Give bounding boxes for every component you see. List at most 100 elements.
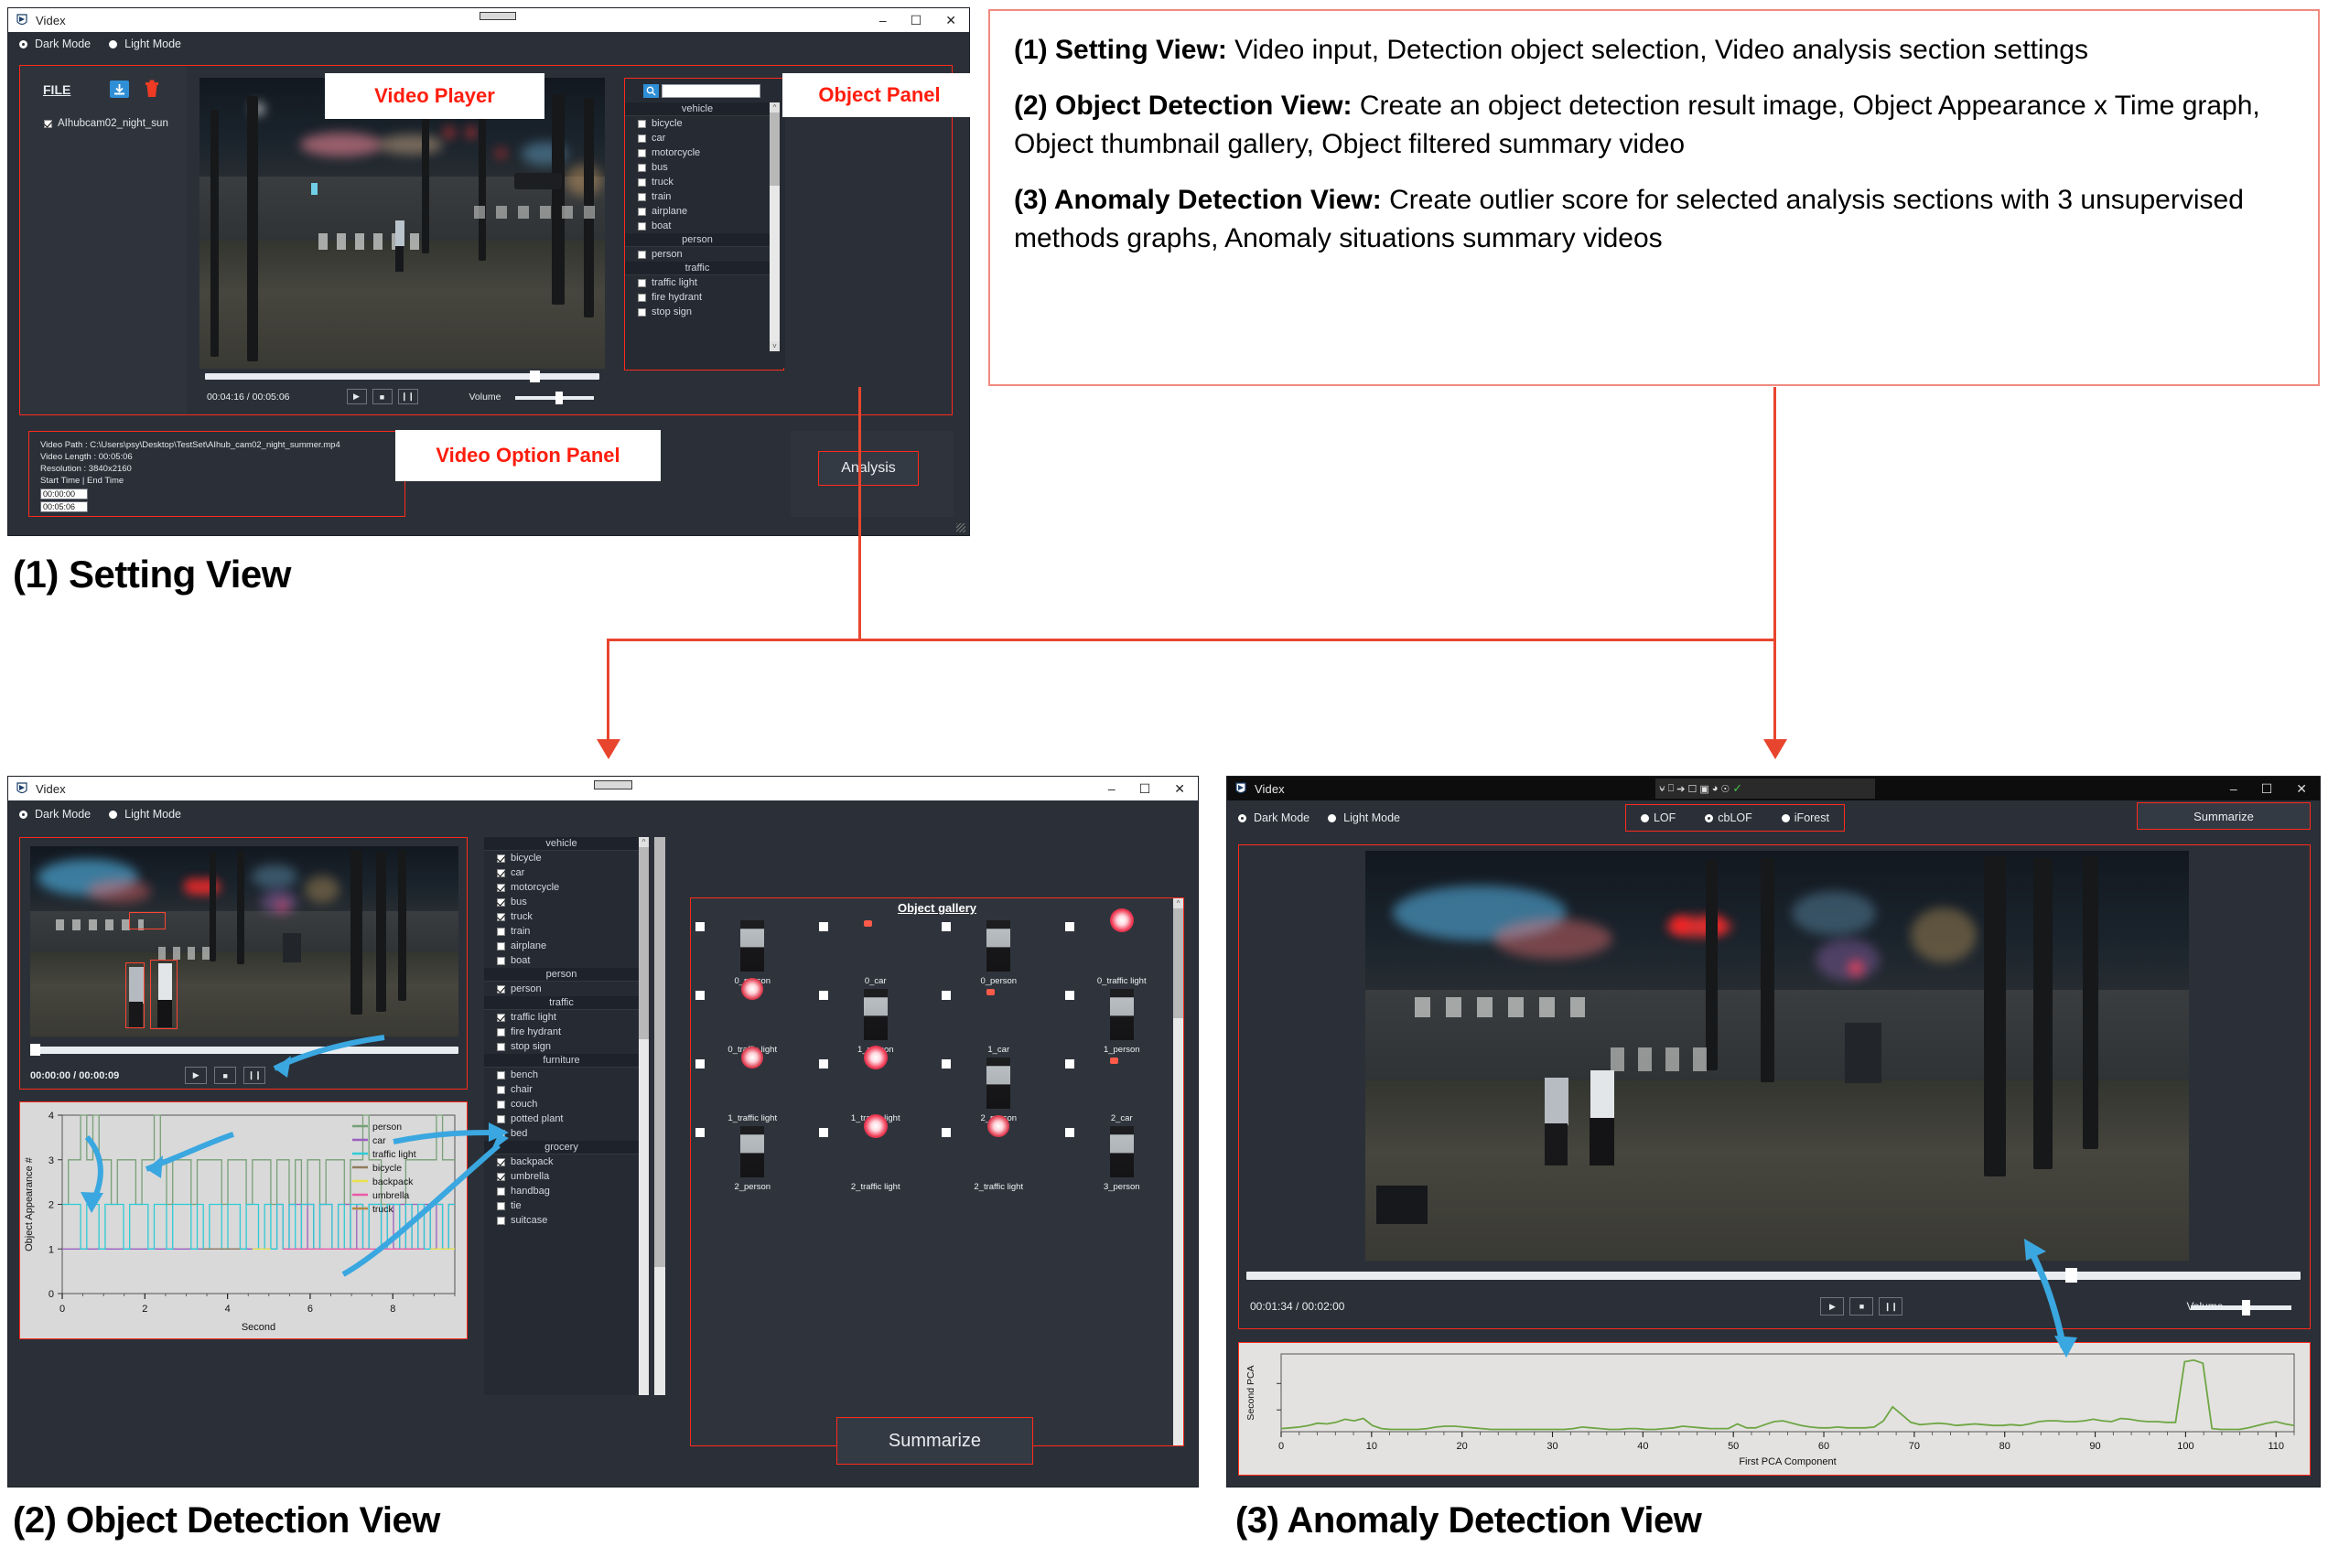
object-item-bicycle[interactable]: bicycle [625, 116, 770, 131]
dark-mode-radio[interactable] [1238, 813, 1246, 822]
object-item-backpack[interactable]: backpack [484, 1155, 639, 1169]
gallery-item[interactable]: 2_traffic light [814, 1124, 938, 1193]
checkbox-person[interactable] [638, 250, 646, 259]
gallery-item[interactable]: 0_traffic light [1061, 918, 1184, 987]
video-player-frame[interactable] [199, 78, 605, 369]
maximize-icon[interactable]: ☐ [1139, 782, 1151, 795]
object-item-truck[interactable]: truck [625, 175, 770, 189]
checkbox-traffic-light[interactable] [497, 1013, 505, 1022]
playback-progress-thumb[interactable] [530, 371, 540, 382]
detection-progress-bar[interactable] [30, 1044, 458, 1056]
pause-button[interactable]: ❙❙ [397, 389, 418, 404]
checklist-outer-scrollbar-thumb[interactable] [654, 837, 665, 1267]
object-search-input[interactable] [662, 84, 760, 98]
checkbox-fire-hydrant[interactable] [638, 293, 646, 302]
file-checkbox[interactable] [44, 119, 52, 128]
checkbox-bus[interactable] [638, 163, 646, 172]
checkbox-airplane[interactable] [638, 207, 646, 216]
record-icon[interactable]: ☉ [1720, 783, 1730, 795]
scroll-down-arrow[interactable]: ˅ [770, 341, 780, 351]
dark-mode-radio[interactable] [19, 39, 27, 48]
object-item-tie[interactable]: tie [484, 1198, 639, 1213]
checkbox-car[interactable] [638, 134, 646, 143]
gallery-item-checkbox[interactable] [942, 1059, 951, 1069]
volume-slider-thumb[interactable] [2242, 1300, 2250, 1316]
gallery-item-checkbox[interactable] [1064, 1128, 1074, 1137]
checkbox-bus[interactable] [497, 897, 505, 907]
gallery-item[interactable]: 1_car [937, 987, 1061, 1056]
checkbox-fire-hydrant[interactable] [497, 1027, 505, 1036]
close-icon[interactable]: ✕ [945, 14, 956, 27]
gallery-item-checkbox[interactable] [695, 991, 705, 1000]
gallery-item-checkbox[interactable] [818, 1059, 828, 1069]
checkbox-handbag[interactable] [497, 1187, 505, 1196]
scrollbar-thumb[interactable] [770, 113, 780, 186]
scroll-up-arrow[interactable]: ^ [1173, 898, 1183, 908]
object-item-stop-sign[interactable]: stop sign [625, 305, 770, 319]
object-item-traffic-light[interactable]: traffic light [484, 1010, 639, 1025]
object-item-motorcycle[interactable]: motorcycle [484, 880, 639, 895]
checkbox-airplane[interactable] [497, 941, 505, 950]
gallery-item-checkbox[interactable] [695, 1128, 705, 1137]
gallery-scrollbar[interactable]: ^ [1173, 898, 1183, 1445]
play-button[interactable]: ▶ [1820, 1297, 1845, 1316]
object-item-bus[interactable]: bus [484, 895, 639, 909]
gallery-item-checkbox[interactable] [818, 1128, 828, 1137]
gallery-item-checkbox[interactable] [1064, 922, 1074, 931]
minimize-icon[interactable]: – [1108, 782, 1116, 795]
object-item-potted-plant[interactable]: potted plant [484, 1112, 639, 1126]
checkbox-stop-sign[interactable] [497, 1042, 505, 1051]
object-item-airplane[interactable]: airplane [484, 939, 639, 953]
gallery-item[interactable]: 1_traffic light [691, 1056, 814, 1124]
object-list-scrollbar[interactable]: ^ ˅ [770, 102, 780, 351]
checkbox-umbrella[interactable] [497, 1172, 505, 1181]
pointer-icon[interactable]: ➔ [1676, 783, 1685, 795]
checkbox-couch[interactable] [497, 1100, 505, 1109]
object-item-bus[interactable]: bus [625, 160, 770, 175]
pause-button[interactable]: ❙❙ [1879, 1297, 1903, 1316]
checklist-outer-scrollbar[interactable] [654, 837, 665, 1395]
folder-download-icon[interactable] [110, 81, 129, 98]
capture-region-icon[interactable]: ▣ [1699, 783, 1708, 795]
checkbox-motorcycle[interactable] [497, 883, 505, 892]
summarize-button[interactable]: Summarize [836, 1417, 1033, 1465]
scroll-up-arrow[interactable]: ^ [770, 102, 780, 113]
object-item-boat[interactable]: boat [625, 219, 770, 233]
volume-slider-thumb[interactable] [555, 392, 563, 404]
playback-progress-bar[interactable] [205, 371, 599, 382]
gallery-item[interactable]: 0_person [937, 918, 1061, 987]
object-item-chair[interactable]: chair [484, 1082, 639, 1097]
object-item-airplane[interactable]: airplane [625, 204, 770, 219]
end-time-input[interactable]: 00:05:06 [40, 501, 88, 512]
scrollbar-thumb[interactable] [1173, 908, 1183, 1018]
checkbox-backpack[interactable] [497, 1157, 505, 1166]
lof-radio[interactable] [1640, 813, 1649, 822]
stop-button[interactable]: ■ [372, 389, 393, 404]
gallery-item[interactable]: 2_person [937, 1056, 1061, 1124]
stop-button[interactable]: ■ [1849, 1297, 1874, 1316]
checkbox-motorcycle[interactable] [638, 148, 646, 157]
checkbox-truck[interactable] [638, 177, 646, 187]
dark-mode-radio[interactable] [19, 810, 27, 819]
gallery-item[interactable]: 0_car [814, 918, 938, 987]
object-detection-checklist[interactable]: vehicle bicycle car motorcycle bus truck train… [484, 837, 649, 1395]
detection-progress-thumb[interactable] [30, 1044, 40, 1056]
checkbox-bicycle[interactable] [497, 854, 505, 863]
window-drag-handle[interactable] [480, 12, 516, 20]
object-item-suitcase[interactable]: suitcase [484, 1213, 639, 1228]
object-item-traffic-light[interactable]: traffic light [625, 275, 770, 290]
minimize-icon[interactable]: – [2230, 782, 2237, 795]
maximize-icon[interactable]: ☐ [2261, 782, 2273, 795]
gallery-item[interactable]: 2_person [691, 1124, 814, 1193]
checkbox-traffic-light[interactable] [638, 278, 646, 287]
window-resize-grip[interactable] [956, 523, 965, 532]
summarize-button[interactable]: Summarize [2137, 802, 2311, 830]
object-item-truck[interactable]: truck [484, 909, 639, 924]
checkbox-train[interactable] [497, 927, 505, 936]
window-drag-handle[interactable] [594, 780, 632, 789]
close-icon[interactable]: ✕ [2296, 782, 2307, 795]
checkbox-stop-sign[interactable] [638, 307, 646, 317]
close-icon[interactable]: ✕ [1174, 782, 1185, 795]
checkbox-bicycle[interactable] [638, 119, 646, 128]
scroll-up-arrow[interactable]: ^ [639, 837, 649, 847]
